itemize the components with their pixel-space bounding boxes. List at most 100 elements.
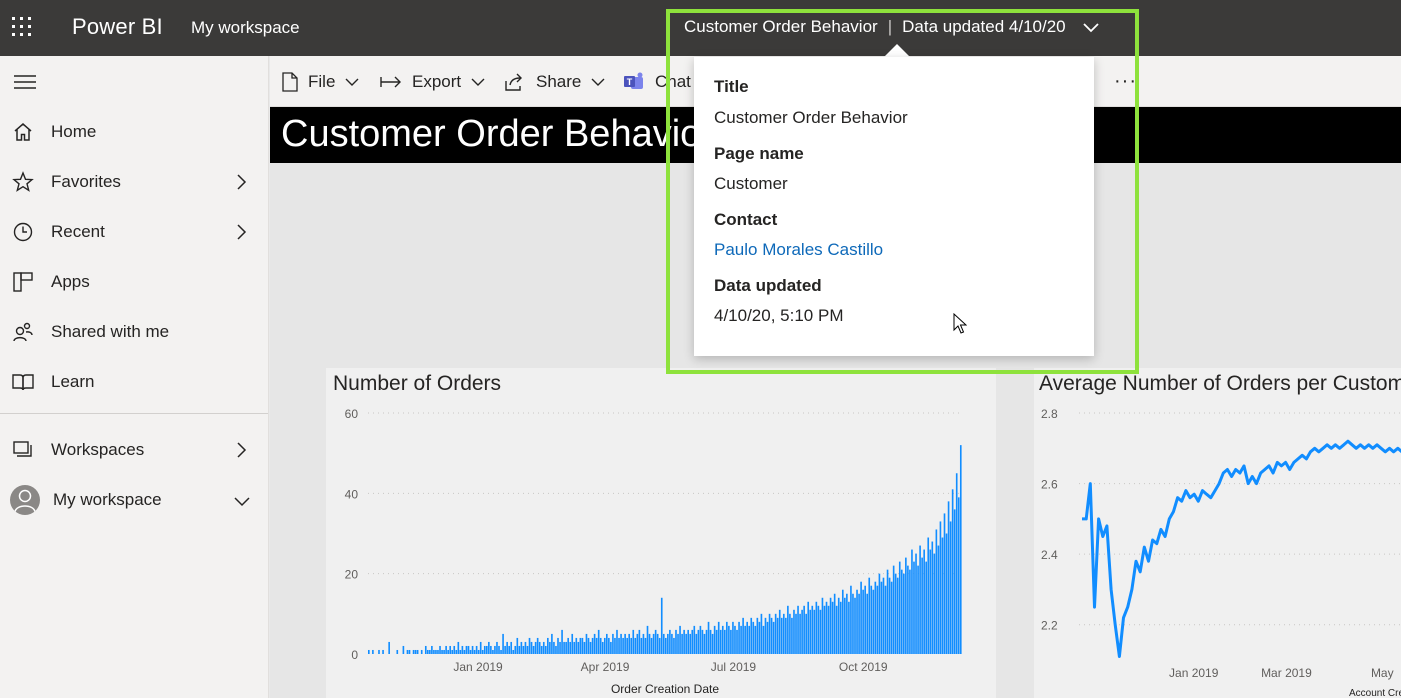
bar [414,649,417,654]
bar [656,633,659,654]
bar [821,597,824,654]
export-menu-button[interactable]: Export [380,71,485,93]
bar [709,629,712,654]
bar [500,649,502,654]
bar [719,629,722,654]
bar [553,641,555,654]
data-updated-label: Data updated 4/10/20 [902,17,1066,36]
bar [758,621,761,654]
more-options-button[interactable]: ··· [1114,70,1137,93]
bar [636,633,639,654]
bar [746,621,748,654]
bar [793,609,795,654]
bar [715,629,718,654]
bar [652,633,655,654]
bar [601,641,604,654]
bar [502,633,504,654]
bar [860,581,862,654]
visual-average-orders-per-customer[interactable]: Average Number of Orders per Customer 2.… [1034,368,1401,698]
report-header-dropdown[interactable]: Customer Order Behavior | Data updated 4… [684,17,1100,37]
bar [463,649,466,654]
app-launcher-icon[interactable] [10,15,34,39]
bar [587,637,590,654]
bar [723,629,726,654]
nav-item-label: Apps [51,272,90,291]
bar [591,637,594,654]
bar [846,593,848,654]
bar [431,645,433,654]
bar [898,561,901,654]
nav-item-workspaces[interactable]: Workspaces [0,430,268,470]
nav-item-favorites[interactable]: Favorites [0,162,268,202]
bar [402,645,405,654]
bar [540,645,543,654]
breadcrumb-workspace[interactable]: My workspace [191,18,300,38]
bar [648,633,651,654]
bar [567,637,569,654]
bar [544,645,547,654]
bar [831,601,834,654]
x-tick-label: Oct 2019 [839,660,888,674]
hamburger-menu-icon[interactable] [14,74,36,95]
nav-item-shared-with-me[interactable]: Shared with me [0,312,268,352]
bar [856,589,858,654]
bar [593,633,596,654]
bar [931,541,934,654]
y-tick-label: 2.2 [1041,619,1058,633]
bar [909,569,911,654]
bar [713,625,716,654]
flyout-updated-label: Data updated [714,276,822,295]
bar [447,649,449,654]
app-name[interactable]: Power BI [72,14,163,40]
chevron-right-icon[interactable] [235,173,247,196]
bar [868,577,871,654]
bar [782,613,785,654]
bar [608,637,610,654]
bar [372,649,374,654]
nav-item-learn[interactable]: Learn [0,362,268,402]
share-menu-button[interactable]: Share [504,71,605,93]
bar [589,641,592,654]
bar [835,605,838,654]
bar [610,641,612,654]
nav-item-recent[interactable]: Recent [0,212,268,252]
bar [886,569,889,654]
chevron-down-icon[interactable] [233,493,251,513]
bar [634,637,637,654]
nav-item-home[interactable]: Home [0,112,268,152]
x-tick-label: May [1371,666,1394,680]
bar [768,613,771,654]
flyout-contact-link[interactable]: Paulo Morales Castillo [714,240,883,260]
file-menu-button[interactable]: File [282,71,359,93]
flyout-updated-value: 4/10/20, 5:10 PM [714,306,844,325]
bar [770,617,773,654]
bar [774,613,777,654]
bar [638,629,641,654]
bar [760,613,763,654]
chat-in-teams-button[interactable]: T Chat [623,71,691,93]
bar [750,617,753,654]
bar [451,649,454,654]
bar [703,633,706,654]
bar [563,641,565,654]
nav-item-apps[interactable]: Apps [0,262,268,302]
bar [412,649,415,654]
bar [839,601,842,654]
bar [913,561,915,654]
chevron-right-icon[interactable] [235,223,247,246]
chevron-right-icon[interactable] [235,441,247,464]
bar [520,641,523,654]
bar [911,549,913,654]
bar [711,633,714,654]
bar [494,645,496,654]
bar [756,617,759,654]
bar [429,649,431,654]
visual-number-of-orders[interactable]: Number of Orders 0 20 40 60 Jan 2019 Apr 2019… [326,368,996,698]
bar [490,645,492,654]
nav-item-my-workspace[interactable]: My workspace [0,480,268,520]
home-icon [12,121,34,143]
bar [654,629,657,654]
nav-item-label: Favorites [51,172,121,191]
bar [807,601,810,654]
flyout-contact-label: Contact [714,210,778,229]
